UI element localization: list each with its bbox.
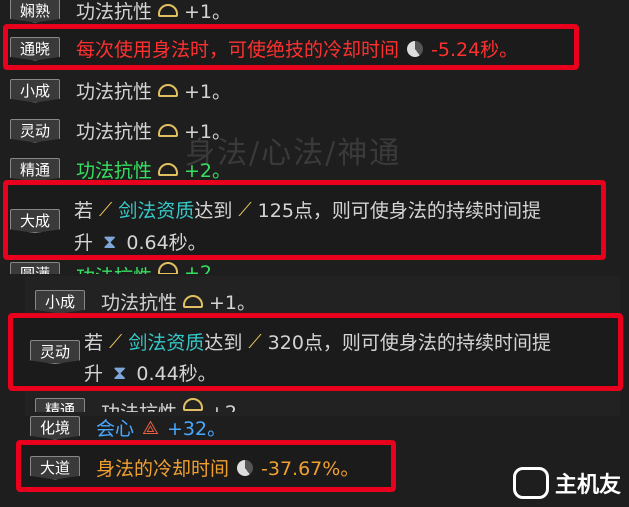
- hourglass-icon: ⧗: [103, 230, 117, 253]
- effect-row-line2: 升 ⧗ 0.64秒。: [74, 228, 207, 255]
- effect-text: 功法抗性: [76, 262, 152, 274]
- effect-text: 功法抗性: [101, 398, 177, 412]
- helmet-icon: [158, 4, 179, 17]
- effect-value: +1。: [209, 292, 257, 314]
- effect-row: 娴熟 功法抗性 +1。: [10, 0, 231, 24]
- tier-badge: 精通: [10, 157, 60, 182]
- effect-text: 功法抗性: [76, 1, 153, 23]
- sword-icon: ⟋: [99, 198, 113, 221]
- tier-badge: 通晓: [10, 36, 60, 61]
- helmet-icon: [158, 163, 179, 176]
- tier-badge: 化境: [30, 415, 80, 440]
- effect-text: 升: [84, 363, 104, 385]
- site-watermark: 主机友: [512, 467, 621, 499]
- effect-value: +2: [184, 262, 213, 274]
- gamepad-icon: [512, 467, 549, 499]
- effect-row: 大道 身法的冷却时间 -37.67%。: [30, 454, 359, 481]
- effect-value: +1。: [184, 81, 232, 103]
- attribute-name: 剑法资质: [118, 200, 195, 222]
- tier-badge: 娴熟: [10, 0, 60, 23]
- sword-icon: ⟋: [109, 330, 123, 353]
- effect-value: +32。: [166, 418, 227, 440]
- tier-badge: 小成: [35, 289, 85, 314]
- tier-badge-row: 大成: [10, 209, 76, 233]
- sword-icon: ⟋: [248, 330, 262, 353]
- effect-row: 圆满 功法抗性 +2: [10, 262, 212, 274]
- helmet-icon: [158, 124, 179, 137]
- effect-text: 320点，则可使身法的持续时间提: [267, 332, 551, 354]
- effect-text: 125点，则可使身法的持续时间提: [257, 200, 541, 222]
- effect-mid: 达到: [194, 200, 233, 222]
- effect-row: 灵动 功法抗性 +1。: [10, 117, 231, 144]
- helmet-icon: [183, 398, 204, 411]
- effect-row: 精通 功法抗性 +2。: [10, 156, 231, 183]
- tier-badge: 大成: [10, 209, 60, 233]
- cooldown-icon: [407, 40, 424, 57]
- effect-value: 0.64秒。: [126, 232, 207, 254]
- effect-row: 化境 会心 ⟁ +32。: [30, 414, 226, 441]
- effect-value: +2。: [184, 160, 232, 182]
- effect-text: 身法的冷却时间: [96, 458, 230, 480]
- watermark-text: 主机友: [554, 473, 621, 498]
- effect-row-line2: 升 ⧗ 0.44秒。: [84, 359, 217, 386]
- effect-value: +1。: [184, 1, 232, 23]
- tier-badge: 灵动: [30, 340, 80, 364]
- effect-row: 若 ⟋ 剑法资质 达到 ⟋ 125点，则可使身法的持续时间提: [74, 196, 541, 223]
- helmet-icon: [158, 262, 179, 274]
- effect-text: 升: [74, 232, 94, 254]
- cooldown-icon: [237, 459, 254, 476]
- effect-prefix: 若: [84, 332, 104, 354]
- effect-row: 小成 功法抗性 +1。: [35, 288, 256, 315]
- sword-icon: ⟋: [238, 198, 252, 221]
- effect-text: 功法抗性: [76, 121, 153, 143]
- effect-text: 会心: [96, 418, 135, 440]
- effect-value: 0.44秒。: [136, 363, 217, 385]
- attribute-name: 剑法资质: [128, 332, 205, 354]
- effect-mid: 达到: [204, 332, 243, 354]
- tier-badge: 灵动: [10, 118, 60, 143]
- effect-text: 每次使用身法时，可使绝技的冷却时间: [76, 39, 400, 61]
- hourglass-icon: ⧗: [113, 361, 127, 384]
- effect-text: 功法抗性: [101, 292, 178, 314]
- tier-badge: 大道: [30, 455, 80, 480]
- effect-text: 功法抗性: [76, 81, 153, 103]
- effect-row: 精通 功法抗性 +2。: [35, 398, 256, 412]
- tier-badge: 精通: [35, 398, 85, 412]
- crit-icon: ⟁: [142, 416, 159, 439]
- effect-row: 小成 功法抗性 +1。: [10, 77, 231, 104]
- effect-value: -37.67%。: [261, 458, 360, 480]
- effect-text: 功法抗性: [76, 160, 153, 182]
- tier-badge: 圆满: [10, 262, 60, 274]
- effect-value: +2。: [209, 398, 256, 412]
- helmet-icon: [158, 84, 179, 97]
- tier-badge: 小成: [10, 78, 60, 103]
- helmet-icon: [183, 295, 204, 308]
- effect-prefix: 若: [74, 200, 94, 222]
- effect-value: -5.24秒。: [431, 39, 519, 61]
- effect-row: 若 ⟋ 剑法资质 达到 ⟋ 320点，则可使身法的持续时间提: [84, 328, 551, 355]
- effect-value: +1。: [184, 121, 232, 143]
- effect-row: 通晓 每次使用身法时，可使绝技的冷却时间 -5.24秒。: [10, 35, 518, 62]
